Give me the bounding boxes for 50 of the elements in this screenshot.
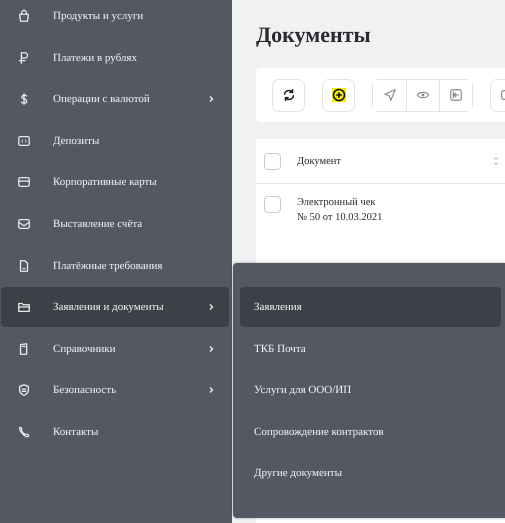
submenu-item[interactable]: Сопровождение контрактов	[240, 412, 501, 452]
sidebar-item[interactable]: Контакты	[1, 412, 229, 452]
envelope-icon	[17, 216, 31, 231]
sort-icon[interactable]	[492, 155, 500, 167]
select-all-checkbox[interactable]	[264, 152, 281, 170]
sidebar-label: Безопасность	[53, 384, 116, 396]
send-icon	[382, 88, 396, 102]
sidebar-label: Платежи в рублях	[53, 52, 137, 64]
sidebar-item[interactable]: Выставление счёта	[1, 204, 229, 244]
sidebar-label: Продукты и услуги	[53, 10, 144, 22]
folder-icon	[17, 300, 31, 314]
page-title: Документы	[256, 22, 372, 49]
import-button[interactable]	[439, 80, 472, 110]
sidebar-item[interactable]: Заявления и документы	[1, 287, 229, 328]
ruble-icon	[17, 50, 31, 65]
add-button[interactable]	[322, 78, 355, 112]
refresh-button[interactable]	[272, 78, 305, 112]
card-icon	[17, 175, 31, 190]
sidebar-item[interactable]: Безопасность	[1, 370, 229, 410]
sidebar-label: Платёжные требования	[53, 260, 162, 272]
submenu-item[interactable]: Заявления	[240, 287, 501, 327]
sidebar-item[interactable]: Корпоративные карты	[1, 162, 229, 202]
sidebar-item[interactable]: Операции с валютой	[1, 79, 229, 120]
refresh-icon	[282, 88, 296, 102]
sidebar-label: Справочники	[53, 342, 116, 355]
table-cell-text: Электронный чек	[297, 197, 376, 208]
sidebar-item[interactable]: Справочники	[1, 328, 229, 369]
sidebar-label: Депозиты	[53, 134, 100, 147]
bag-icon	[17, 9, 31, 23]
sidebar-label: Операции с валютой	[53, 93, 150, 106]
submenu-item[interactable]: Другие документы	[240, 453, 501, 494]
sidebar-item[interactable]: Продукты и услуги	[1, 0, 229, 36]
sidebar-label: Заявления и документы	[53, 301, 164, 314]
sidebar-item[interactable]: Депозиты	[1, 120, 229, 161]
document-icon	[17, 258, 31, 273]
sidebar-item[interactable]: Платёжные требования	[1, 246, 229, 286]
submenu-item[interactable]: ТКБ Почта	[240, 328, 501, 369]
submenu-item[interactable]: Услуги для ООО/ИП	[240, 370, 501, 410]
sidebar-label: Корпоративные карты	[53, 176, 157, 188]
row-checkbox[interactable]	[264, 196, 281, 213]
column-header[interactable]: Документ	[297, 156, 341, 166]
phone-icon	[17, 424, 31, 439]
sidebar-label: Контакты	[53, 426, 98, 438]
sidebar-item[interactable]: Платежи в рублях	[1, 38, 229, 78]
table-cell: № 50 от 10.03.2021	[297, 212, 382, 223]
shield-icon	[17, 383, 31, 398]
plus-icon	[330, 87, 346, 103]
safe-icon	[17, 134, 31, 148]
sidebar-label: Выставление счёта	[53, 218, 142, 230]
arrow-in-icon	[449, 88, 463, 102]
